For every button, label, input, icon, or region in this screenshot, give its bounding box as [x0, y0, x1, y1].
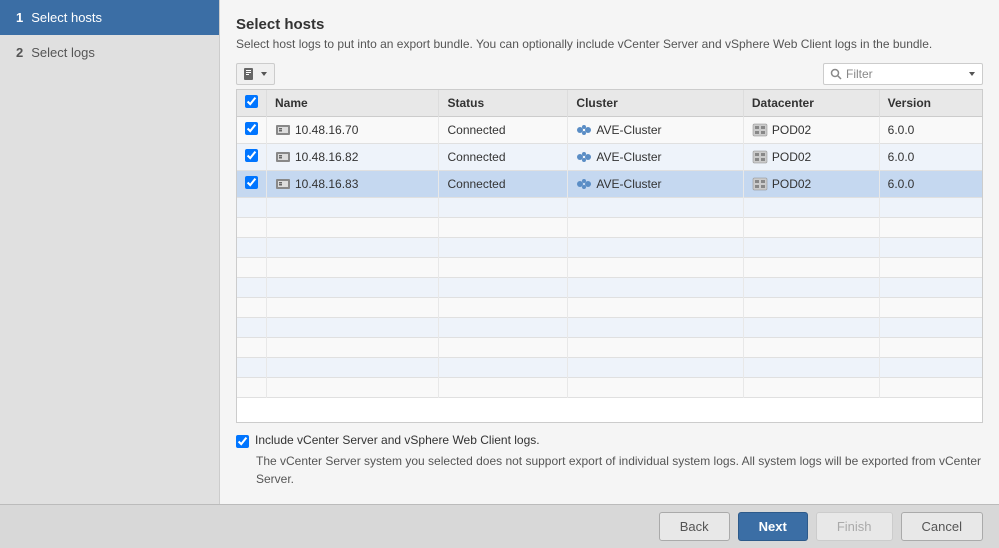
- toolbar-left: [236, 63, 275, 85]
- step-2-number: 2: [16, 45, 23, 60]
- sidebar-item-select-logs[interactable]: 2 Select logs: [0, 35, 219, 70]
- row-datacenter: POD02: [743, 144, 879, 171]
- footer-options: Include vCenter Server and vSphere Web C…: [236, 433, 983, 488]
- table-row[interactable]: 10.48.16.70 Connected AVE-Cluster POD02 …: [237, 117, 982, 144]
- empty-row: [237, 198, 982, 218]
- empty-row: [237, 338, 982, 358]
- sidebar: 1 Select hosts 2 Select logs: [0, 0, 220, 504]
- page-description: Select host logs to put into an export b…: [236, 37, 983, 51]
- row-datacenter: POD02: [743, 117, 879, 144]
- row-checkbox[interactable]: [245, 122, 258, 135]
- filter-box[interactable]: Filter: [823, 63, 983, 85]
- include-vcenter-checkbox[interactable]: [236, 435, 249, 448]
- filter-placeholder: Filter: [846, 67, 873, 81]
- row-checkbox-cell[interactable]: [237, 117, 267, 144]
- row-name: 10.48.16.83: [267, 171, 439, 198]
- step-1-number: 1: [16, 10, 23, 25]
- row-cluster: AVE-Cluster: [568, 171, 743, 198]
- table-header-row: Name Status Cluster Datacenter Version: [237, 90, 982, 117]
- next-button[interactable]: Next: [738, 512, 808, 541]
- empty-row: [237, 298, 982, 318]
- document-icon: [243, 67, 257, 81]
- include-vcenter-label[interactable]: Include vCenter Server and vSphere Web C…: [236, 433, 983, 448]
- search-icon: [830, 68, 842, 80]
- button-bar: Back Next Finish Cancel: [0, 504, 999, 548]
- row-checkbox-cell[interactable]: [237, 171, 267, 198]
- col-datacenter: Datacenter: [743, 90, 879, 117]
- cancel-button[interactable]: Cancel: [901, 512, 983, 541]
- table-row[interactable]: 10.48.16.83 Connected AVE-Cluster POD02 …: [237, 171, 982, 198]
- col-version: Version: [879, 90, 982, 117]
- select-all-checkbox[interactable]: [245, 95, 258, 108]
- empty-row: [237, 318, 982, 338]
- dropdown-arrow-icon: [260, 70, 268, 78]
- row-cluster: AVE-Cluster: [568, 144, 743, 171]
- row-status: Connected: [439, 144, 568, 171]
- content-area: Select hosts Select host logs to put int…: [220, 0, 999, 504]
- hosts-table: Name Status Cluster Datacenter Version 1…: [236, 89, 983, 423]
- col-cluster: Cluster: [568, 90, 743, 117]
- empty-row: [237, 218, 982, 238]
- row-name: 10.48.16.82: [267, 144, 439, 171]
- row-version: 6.0.0: [879, 117, 982, 144]
- row-version: 6.0.0: [879, 144, 982, 171]
- row-cluster: AVE-Cluster: [568, 117, 743, 144]
- row-checkbox-cell[interactable]: [237, 144, 267, 171]
- col-name: Name: [267, 90, 439, 117]
- filter-dropdown-icon: [968, 70, 976, 78]
- row-status: Connected: [439, 117, 568, 144]
- row-name: 10.48.16.70: [267, 117, 439, 144]
- finish-button[interactable]: Finish: [816, 512, 893, 541]
- row-checkbox[interactable]: [245, 149, 258, 162]
- include-vcenter-note: The vCenter Server system you selected d…: [256, 452, 983, 488]
- row-datacenter: POD02: [743, 171, 879, 198]
- col-status: Status: [439, 90, 568, 117]
- table-row[interactable]: 10.48.16.82 Connected AVE-Cluster POD02 …: [237, 144, 982, 171]
- empty-row: [237, 378, 982, 398]
- row-status: Connected: [439, 171, 568, 198]
- row-checkbox[interactable]: [245, 176, 258, 189]
- actions-button[interactable]: [236, 63, 275, 85]
- empty-row: [237, 278, 982, 298]
- empty-row: [237, 238, 982, 258]
- sidebar-item-select-logs-label: Select logs: [31, 45, 95, 60]
- toolbar: Filter: [236, 63, 983, 85]
- header-checkbox-cell[interactable]: [237, 90, 267, 117]
- sidebar-item-select-hosts-label: Select hosts: [31, 10, 102, 25]
- back-button[interactable]: Back: [659, 512, 730, 541]
- include-vcenter-text: Include vCenter Server and vSphere Web C…: [255, 433, 540, 447]
- row-version: 6.0.0: [879, 171, 982, 198]
- page-title: Select hosts: [236, 16, 983, 33]
- empty-row: [237, 358, 982, 378]
- empty-row: [237, 258, 982, 278]
- sidebar-item-select-hosts[interactable]: 1 Select hosts: [0, 0, 219, 35]
